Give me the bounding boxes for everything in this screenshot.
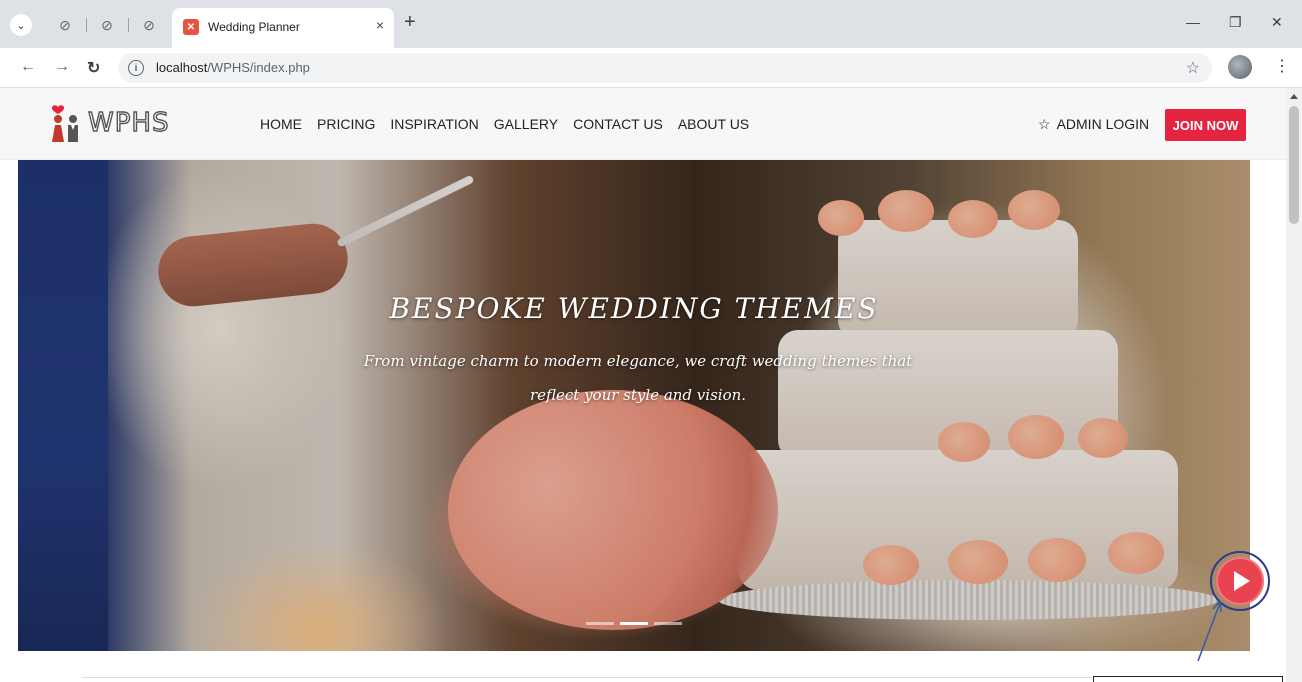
new-tab-button[interactable]: + — [404, 12, 416, 32]
pinned-tab-icon-2[interactable]: ⊘ — [96, 14, 118, 36]
couple-logo-icon[interactable] — [50, 104, 82, 142]
annotation-callout-box — [1093, 676, 1283, 682]
nav-home[interactable]: HOME — [260, 116, 302, 132]
tab-strip: ⌄ ⊘ ⊘ ⊘ ✕ Wedding Planner × + — ❐ ✕ — [0, 0, 1302, 48]
tab-separator — [86, 18, 87, 32]
reload-icon[interactable]: ↻ — [87, 58, 100, 78]
hero-carousel: BESPOKE WEDDING THEMES From vintage char… — [18, 160, 1250, 651]
scrollbar-thumb[interactable] — [1289, 106, 1299, 224]
content-divider — [82, 677, 1092, 678]
hero-title: BESPOKE WEDDING THEMES — [389, 292, 879, 325]
page-scrollbar[interactable] — [1286, 88, 1302, 682]
browser-menu-icon[interactable]: ⋮ — [1274, 56, 1290, 76]
profile-avatar[interactable] — [1228, 55, 1252, 79]
nav-gallery[interactable]: GALLERY — [494, 116, 558, 132]
site-navbar: WPHS HOME PRICING INSPIRATION GALLERY CO… — [0, 88, 1286, 160]
tab-close-icon[interactable]: × — [376, 17, 384, 33]
star-icon: ☆ — [1038, 116, 1051, 132]
admin-login-link[interactable]: ☆ ADMIN LOGIN — [1038, 116, 1149, 133]
carousel-indicator-3[interactable] — [654, 622, 682, 625]
active-tab[interactable]: ✕ Wedding Planner × — [172, 8, 394, 48]
xampp-favicon-icon: ✕ — [183, 19, 199, 35]
annotation-arrow-icon — [1197, 600, 1222, 662]
info-icon[interactable]: i — [128, 60, 144, 76]
bookmark-star-icon[interactable]: ☆ — [1186, 58, 1200, 78]
page-viewport: WPHS HOME PRICING INSPIRATION GALLERY CO… — [0, 88, 1286, 682]
nav-pricing[interactable]: PRICING — [317, 116, 375, 132]
carousel-indicator-2[interactable] — [620, 622, 648, 625]
join-now-button[interactable]: JOIN NOW — [1165, 109, 1246, 141]
carousel-indicator-1[interactable] — [586, 622, 614, 625]
tab-search-icon[interactable]: ⌄ — [10, 14, 32, 36]
site-logo-text[interactable]: WPHS — [87, 107, 169, 138]
pinned-tab-icon-3[interactable]: ⊘ — [138, 14, 160, 36]
carousel-indicators — [586, 622, 682, 625]
forward-arrow-icon[interactable]: → — [54, 58, 70, 76]
main-nav: HOME PRICING INSPIRATION GALLERY CONTACT… — [260, 116, 749, 132]
scroll-up-arrow-icon[interactable] — [1290, 94, 1298, 99]
hero-subtitle: From vintage charm to modern elegance, w… — [363, 352, 913, 404]
nav-inspiration[interactable]: INSPIRATION — [390, 116, 478, 132]
back-arrow-icon[interactable]: ← — [20, 58, 36, 76]
url-text[interactable]: localhost/WPHS/index.php — [156, 60, 310, 75]
tab-title: Wedding Planner — [208, 20, 300, 34]
address-bar[interactable]: i localhost/WPHS/index.php ☆ — [118, 53, 1212, 83]
tab-separator — [128, 18, 129, 32]
play-icon — [1234, 571, 1250, 591]
minimize-button[interactable]: — — [1186, 14, 1200, 30]
nav-contact-us[interactable]: CONTACT US — [573, 116, 663, 132]
restore-button[interactable]: ❐ — [1229, 14, 1242, 31]
browser-toolbar: ← → ↻ i localhost/WPHS/index.php ☆ — [0, 48, 1302, 88]
close-window-button[interactable]: ✕ — [1271, 14, 1283, 31]
pinned-tab-icon-1[interactable]: ⊘ — [54, 14, 76, 36]
nav-about-us[interactable]: ABOUT US — [678, 116, 749, 132]
browser-window: ⌄ ⊘ ⊘ ⊘ ✕ Wedding Planner × + — ❐ ✕ ← → … — [0, 0, 1302, 682]
